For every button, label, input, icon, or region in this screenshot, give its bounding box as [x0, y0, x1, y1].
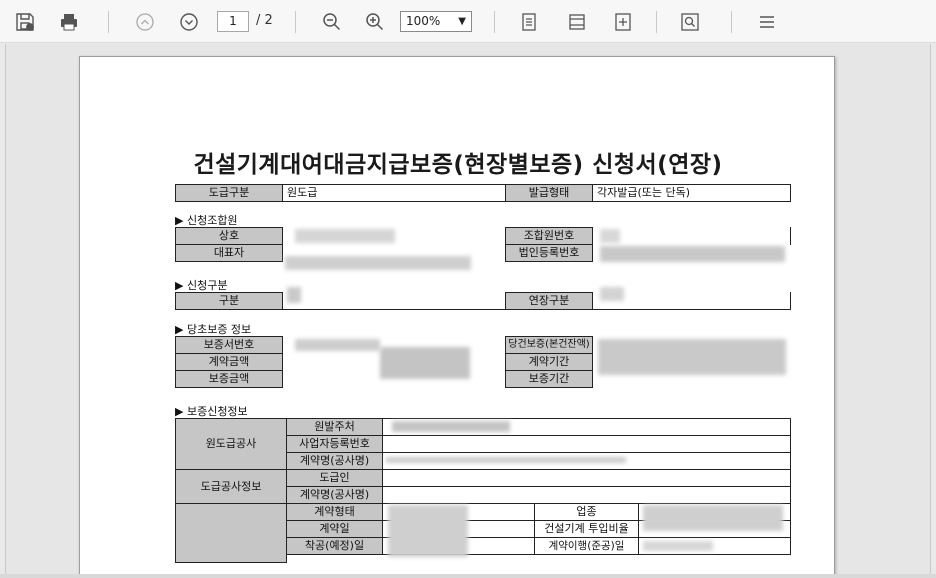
- redacted-block: [386, 457, 626, 463]
- label-corp-reg-no: 법인등록번호: [505, 244, 593, 262]
- label-contractor: 도급인: [286, 469, 383, 487]
- label-representative: 대표자: [175, 244, 283, 262]
- label-start-date: 착공(예정)일: [286, 537, 383, 555]
- label-business-reg-no: 사업자등록번호: [286, 435, 383, 453]
- label-contract-name: 계약명(공사명): [286, 452, 383, 470]
- label-issue-type: 발급형태: [505, 184, 593, 202]
- value-issue-type: 각자발급(또는 단독): [592, 184, 791, 202]
- menu-icon[interactable]: [754, 9, 780, 35]
- label-category: 구분: [175, 292, 283, 310]
- label-extension-type: 연장구분: [505, 292, 593, 310]
- next-page-icon[interactable]: [176, 9, 202, 35]
- prev-page-icon[interactable]: [132, 9, 158, 35]
- label-current-guarantee: 당건보증(본건잔액): [505, 336, 593, 354]
- label-industry: 업종: [534, 503, 639, 521]
- label-prime-contract: 원도급공사: [175, 418, 287, 470]
- zoom-out-icon[interactable]: [319, 9, 345, 35]
- section-category: ▶ 신청구분: [175, 279, 228, 292]
- redacted-block: [285, 256, 471, 270]
- search-icon[interactable]: [677, 9, 703, 35]
- value-member-no: [592, 227, 791, 245]
- section-original-guarantee: ▶ 당초보증 정보: [175, 323, 252, 336]
- label-subcontract-info: 도급공사정보: [175, 469, 287, 504]
- section-applicant: ▶ 신청조합원: [175, 214, 238, 227]
- zoom-value: 100%: [406, 14, 441, 28]
- value-category: [282, 292, 506, 310]
- redacted-block: [600, 287, 624, 301]
- value-contractor: [382, 469, 791, 487]
- redacted-block: [295, 339, 380, 351]
- redacted-block: [600, 229, 620, 243]
- label-guarantee-amount: 보증금액: [175, 370, 283, 388]
- page-number-input[interactable]: 1: [217, 11, 249, 32]
- label-contract-name-2: 계약명(공사명): [286, 486, 383, 504]
- label-contract-amount: 계약금액: [175, 353, 283, 371]
- toolbar-separator: [731, 11, 732, 33]
- toolbar-separator: [494, 11, 495, 33]
- toolbar-separator: [656, 11, 657, 33]
- label-guarantee-period: 보증기간: [505, 370, 593, 388]
- value-contract-name-2: [382, 486, 791, 504]
- redacted-block: [643, 505, 783, 531]
- label-completion-date: 계약이행(준공)일: [534, 537, 639, 555]
- chevron-down-icon: ▼: [458, 16, 466, 27]
- fit-page-icon[interactable]: [610, 9, 636, 35]
- label-cert-no: 보증서번호: [175, 336, 283, 354]
- document-viewer[interactable]: 건설기계대여대금지급보증(현장별보증) 신청서(연장) 도급구분 원도급 발급형…: [5, 44, 931, 574]
- zoom-select[interactable]: 100% ▼: [400, 11, 472, 32]
- label-orderer: 원발주처: [286, 418, 383, 436]
- redacted-block: [287, 287, 301, 303]
- redacted-block: [295, 229, 395, 243]
- page-title: 건설기계대여대금지급보증(현장별보증) 신청서(연장): [193, 152, 723, 178]
- label-contract-period: 계약기간: [505, 353, 593, 371]
- fit-width-icon[interactable]: [564, 9, 590, 35]
- toolbar-separator: [295, 11, 296, 33]
- redacted-block: [598, 339, 786, 375]
- label-company-name: 상호: [175, 227, 283, 245]
- toolbar-separator: [108, 11, 109, 33]
- redacted-block: [643, 541, 713, 551]
- label-contract-type: 도급구분: [175, 184, 283, 202]
- document-page: 건설기계대여대금지급보증(현장별보증) 신청서(연장) 도급구분 원도급 발급형…: [79, 56, 835, 574]
- value-contract-type: 원도급: [282, 184, 506, 202]
- zoom-in-icon[interactable]: [362, 9, 388, 35]
- redacted-block: [392, 421, 510, 432]
- redacted-block: [380, 347, 470, 379]
- page-view-icon[interactable]: [516, 9, 542, 35]
- print-icon[interactable]: [56, 9, 82, 35]
- redacted-block: [388, 505, 468, 557]
- section-request-info: ▶ 보증신청정보: [175, 405, 248, 418]
- status-bar: [0, 574, 936, 578]
- value-business-reg-no: [382, 435, 791, 453]
- label-member-no: 조합원번호: [505, 227, 593, 245]
- page-total: / 2: [256, 13, 273, 28]
- label-contract-detail-group: [175, 503, 287, 563]
- viewer-toolbar: 1 / 2 100% ▼: [0, 0, 936, 43]
- label-contract-form: 계약형태: [286, 503, 383, 521]
- redacted-block: [600, 246, 785, 262]
- label-equipment-ratio: 건설기계 투입비율: [534, 520, 639, 538]
- label-contract-date: 계약일: [286, 520, 383, 538]
- save-icon[interactable]: [12, 9, 38, 35]
